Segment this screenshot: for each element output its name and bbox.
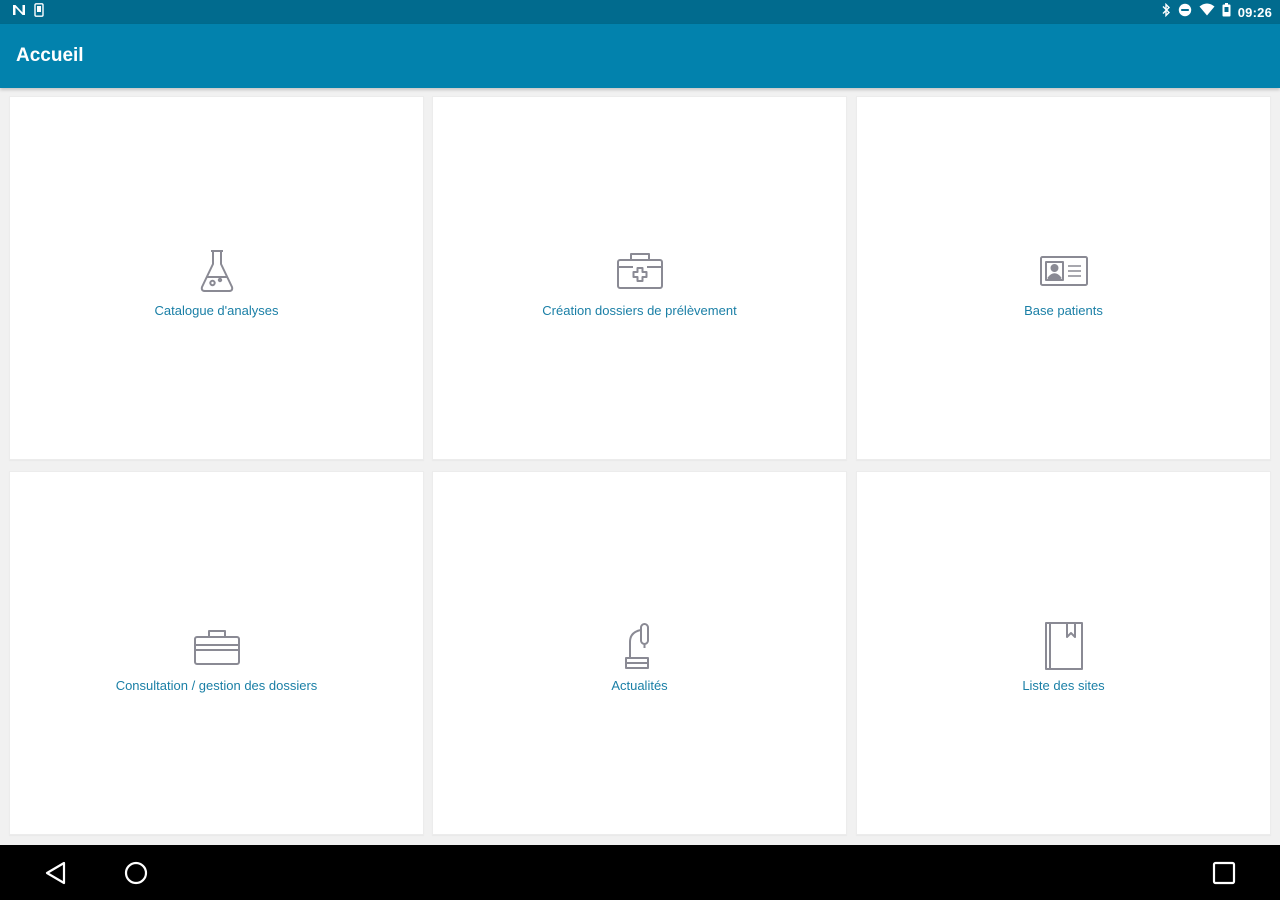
home-icon	[122, 859, 150, 887]
microscope-icon	[616, 622, 664, 670]
tile-actualites[interactable]: Actualités	[432, 471, 847, 835]
navigation-bar	[0, 845, 1280, 900]
wifi-icon	[1199, 3, 1215, 21]
do-not-disturb-icon	[1178, 3, 1192, 22]
tile-label: Base patients	[1024, 303, 1103, 318]
tile-label: Consultation / gestion des dossiers	[115, 678, 318, 693]
tile-label: Création dossiers de prélèvement	[542, 303, 737, 318]
medical-kit-icon	[616, 247, 664, 295]
home-grid: Catalogue d'analyses Création dossiers d…	[0, 88, 1280, 845]
flask-icon	[193, 247, 241, 295]
phone-notification-icon	[34, 2, 44, 22]
tile-consultation-dossiers[interactable]: Consultation / gestion des dossiers	[9, 471, 424, 835]
id-card-icon	[1039, 247, 1088, 295]
tile-label: Catalogue d'analyses	[154, 303, 279, 318]
recents-icon	[1210, 859, 1238, 887]
briefcase-icon	[193, 622, 241, 670]
tile-base-patients[interactable]: Base patients	[856, 96, 1271, 460]
status-time: 09:26	[1237, 4, 1272, 20]
bluetooth-icon	[1161, 2, 1171, 22]
tile-catalogue-analyses[interactable]: Catalogue d'analyses	[9, 96, 424, 460]
status-bar-left	[12, 2, 44, 22]
tile-creation-dossiers[interactable]: Création dossiers de prélèvement	[432, 96, 847, 460]
page-title: Accueil	[16, 45, 84, 66]
home-button[interactable]	[122, 859, 150, 887]
app-bar: Accueil	[0, 24, 1280, 88]
tile-label: Actualités	[611, 678, 668, 693]
recents-button[interactable]	[1210, 859, 1238, 887]
tile-label: Liste des sites	[1022, 678, 1105, 693]
back-icon	[42, 859, 70, 887]
bookmark-book-icon	[1040, 622, 1088, 670]
n-notification-icon	[12, 3, 26, 21]
back-button[interactable]	[42, 859, 70, 887]
status-bar: 09:26	[0, 0, 1280, 24]
status-bar-right: 09:26	[1161, 2, 1272, 22]
tile-liste-sites[interactable]: Liste des sites	[856, 471, 1271, 835]
battery-icon	[1222, 2, 1231, 22]
